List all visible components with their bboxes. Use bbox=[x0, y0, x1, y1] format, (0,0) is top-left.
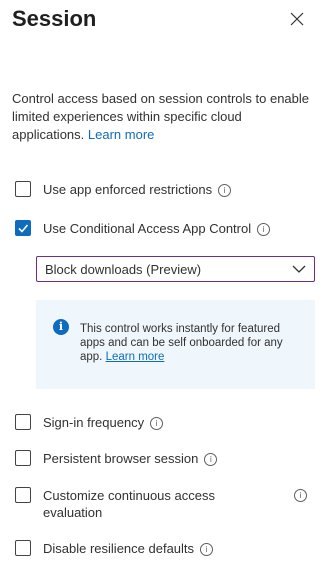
checkbox-conditional-access-app-control[interactable]: Use Conditional Access App Control i bbox=[15, 220, 271, 237]
chevron-down-icon bbox=[292, 265, 306, 273]
app-control-dropdown[interactable]: Block downloads (Preview) bbox=[36, 256, 315, 282]
checkbox-app-enforced-restrictions[interactable]: Use app enforced restrictions i bbox=[15, 181, 232, 198]
checkmark-icon bbox=[18, 224, 29, 233]
checkbox-label: Use app enforced restrictions bbox=[43, 182, 213, 197]
checkbox-box[interactable] bbox=[15, 181, 31, 197]
info-icon[interactable]: i bbox=[257, 223, 271, 236]
dropdown-selected-value: Block downloads (Preview) bbox=[45, 261, 202, 277]
description: Control access based on session controls… bbox=[12, 90, 317, 144]
checkbox-box[interactable] bbox=[15, 414, 31, 430]
info-icon[interactable]: i bbox=[150, 417, 164, 430]
info-icon[interactable]: i bbox=[200, 543, 214, 556]
close-icon[interactable] bbox=[288, 10, 306, 28]
checkbox-continuous-access-evaluation[interactable]: Customize continuous access evaluation i bbox=[15, 487, 307, 521]
checkbox-box[interactable] bbox=[15, 487, 31, 503]
info-filled-icon: i bbox=[53, 319, 69, 335]
info-icon[interactable]: i bbox=[204, 453, 218, 466]
close-button[interactable] bbox=[288, 10, 306, 28]
info-message-box: i This control works instantly for featu… bbox=[36, 300, 315, 389]
info-icon[interactable]: i bbox=[294, 489, 307, 502]
checkbox-label: Sign-in frequency bbox=[43, 415, 145, 430]
checkbox-label: Customize continuous access evaluation bbox=[43, 488, 215, 520]
checkbox-box[interactable] bbox=[15, 450, 31, 466]
checkbox-sign-in-frequency[interactable]: Sign-in frequency i bbox=[15, 414, 164, 431]
info-learn-more-link[interactable]: Learn more bbox=[106, 351, 165, 363]
checkbox-disable-resilience-defaults[interactable]: Disable resilience defaults i bbox=[15, 540, 214, 557]
panel-title: Session bbox=[12, 6, 97, 31]
checkbox-box[interactable] bbox=[15, 540, 31, 556]
checkbox-label: Disable resilience defaults bbox=[43, 541, 195, 556]
info-message: This control works instantly for feature… bbox=[80, 322, 308, 364]
checkbox-persistent-browser-session[interactable]: Persistent browser session i bbox=[15, 450, 218, 467]
checkbox-label: Use Conditional Access App Control bbox=[43, 221, 252, 236]
info-icon[interactable]: i bbox=[218, 184, 232, 197]
description-learn-more-link[interactable]: Learn more bbox=[88, 127, 154, 142]
description-text: Control access based on session controls… bbox=[12, 91, 310, 142]
checkbox-box[interactable] bbox=[15, 220, 31, 236]
checkbox-label: Persistent browser session bbox=[43, 451, 199, 466]
